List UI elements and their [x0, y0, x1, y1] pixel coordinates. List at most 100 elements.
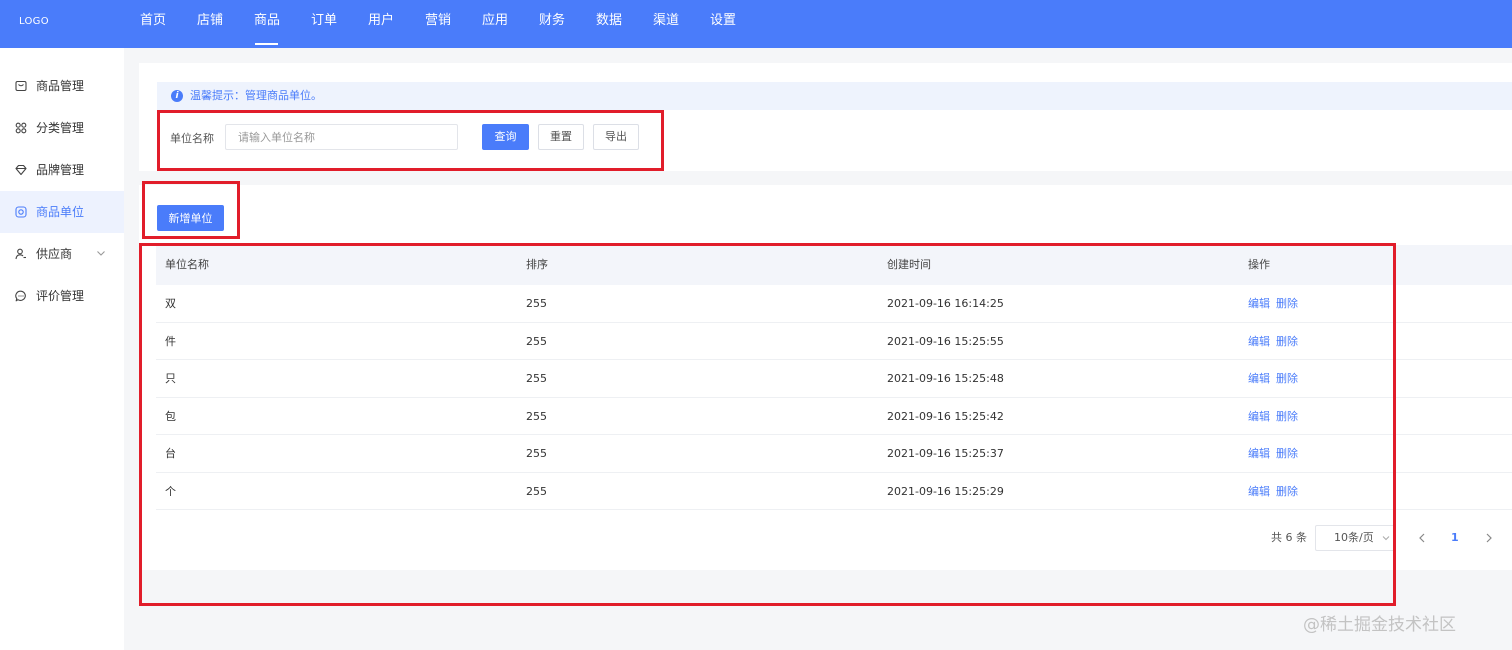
reset-button[interactable]: 重置 — [538, 124, 584, 150]
watermark: @稀土掘金技术社区 — [1303, 615, 1456, 635]
delete-link[interactable]: 删除 — [1276, 447, 1298, 460]
sidebar-item-label: 商品单位 — [36, 205, 85, 219]
edit-link[interactable]: 编辑 — [1248, 447, 1270, 460]
export-button[interactable]: 导出 — [593, 124, 639, 150]
cell-unit-name: 个 — [165, 484, 176, 498]
query-button[interactable]: 查询 — [482, 124, 529, 150]
cell-created-time: 2021-09-16 15:25:29 — [887, 484, 1004, 498]
sidebar-item-label: 商品管理 — [36, 79, 85, 93]
unit-list-panel: 新增单位 单位名称 排序 创建时间 操作 双 255 2021-09-16 16… — [139, 185, 1512, 570]
sidebar-item-brand-management[interactable]: 品牌管理 — [0, 149, 124, 191]
cell-actions: 编辑 删除 — [1248, 398, 1304, 435]
cell-actions: 编辑 删除 — [1248, 435, 1304, 472]
unit-name-input[interactable] — [225, 124, 458, 150]
page-size-select[interactable]: 10条/页 — [1315, 525, 1395, 551]
sidebar-item-label: 供应商 — [36, 247, 73, 261]
cell-unit-name: 台 — [165, 447, 176, 460]
table-row: 包 255 2021-09-16 15:25:42 编辑 删除 — [156, 398, 1512, 435]
cell-created-time: 2021-09-16 15:25:55 — [887, 334, 1004, 348]
table-row: 件 255 2021-09-16 15:25:55 编辑 删除 — [156, 323, 1512, 360]
cell-actions: 编辑 删除 — [1248, 473, 1304, 510]
tip-text: 温馨提示：管理商品单位。 — [190, 89, 322, 102]
column-header-created-time: 创建时间 — [887, 258, 931, 271]
unit-icon — [15, 206, 27, 218]
sidebar: 商品管理 分类管理 品牌管理 商品单位 供应商 评价管理 — [0, 48, 124, 650]
sidebar-item-goods-management[interactable]: 商品管理 — [0, 65, 124, 107]
nav-item-users[interactable]: 用户 — [368, 0, 425, 48]
edit-link[interactable]: 编辑 — [1248, 335, 1270, 348]
info-icon: i — [171, 90, 183, 102]
cell-unit-name: 包 — [165, 409, 176, 423]
cell-unit-name: 双 — [165, 297, 176, 310]
nav-item-channels[interactable]: 渠道 — [653, 0, 710, 48]
delete-link[interactable]: 删除 — [1276, 335, 1298, 348]
unit-table: 单位名称 排序 创建时间 操作 双 255 2021-09-16 16:14:2… — [156, 245, 1512, 510]
sidebar-item-label: 品牌管理 — [36, 163, 85, 177]
nav-item-finance[interactable]: 财务 — [539, 0, 596, 48]
nav-item-settings[interactable]: 设置 — [710, 0, 767, 48]
total-count: 共 6 条 — [1271, 531, 1307, 544]
chevron-right-icon[interactable] — [1482, 531, 1496, 545]
cell-actions: 编辑 删除 — [1248, 285, 1304, 322]
chat-icon — [15, 290, 26, 302]
cell-created-time: 2021-09-16 15:25:42 — [887, 409, 1004, 423]
chevron-down-icon[interactable] — [96, 248, 106, 258]
cell-sort: 255 — [526, 372, 547, 385]
delete-link[interactable]: 删除 — [1276, 485, 1298, 498]
table-row: 个 255 2021-09-16 15:25:29 编辑 删除 — [156, 473, 1512, 510]
table-header: 单位名称 排序 创建时间 操作 — [156, 245, 1512, 285]
add-unit-button[interactable]: 新增单位 — [157, 205, 224, 231]
nav-item-orders[interactable]: 订单 — [311, 0, 368, 48]
cell-sort: 255 — [526, 409, 547, 423]
delete-link[interactable]: 删除 — [1276, 297, 1298, 310]
cell-created-time: 2021-09-16 15:25:48 — [887, 372, 1004, 385]
cell-actions: 编辑 删除 — [1248, 323, 1304, 360]
sidebar-item-goods-unit[interactable]: 商品单位 — [0, 191, 124, 233]
column-header-sort: 排序 — [526, 258, 548, 271]
filter-panel: i 温馨提示：管理商品单位。 单位名称 查询 重置 导出 — [139, 63, 1512, 171]
cell-unit-name: 件 — [165, 334, 176, 348]
cell-sort: 255 — [526, 484, 547, 498]
page-number-current[interactable]: 1 — [1451, 525, 1459, 551]
main-nav: 首页 店铺 商品 订单 用户 营销 应用 财务 数据 渠道 设置 — [140, 0, 767, 48]
diamond-icon — [15, 164, 27, 176]
unit-name-label: 单位名称 — [170, 132, 214, 145]
chevron-down-icon — [1382, 536, 1390, 541]
user-icon — [15, 248, 26, 260]
grid-icon — [15, 122, 27, 134]
sidebar-item-label: 评价管理 — [36, 289, 85, 303]
delete-link[interactable]: 删除 — [1276, 410, 1298, 423]
column-header-unit-name: 单位名称 — [165, 258, 209, 271]
nav-item-shop[interactable]: 店铺 — [197, 0, 254, 48]
nav-item-home[interactable]: 首页 — [140, 0, 197, 48]
cell-created-time: 2021-09-16 16:14:25 — [887, 297, 1004, 310]
chevron-left-icon[interactable] — [1415, 531, 1429, 545]
cell-sort: 255 — [526, 447, 547, 460]
sidebar-item-review-management[interactable]: 评价管理 — [0, 275, 124, 317]
table-row: 双 255 2021-09-16 16:14:25 编辑 删除 — [156, 285, 1512, 323]
cell-sort: 255 — [526, 334, 547, 348]
pagination: 共 6 条 10条/页 1 — [139, 525, 1512, 551]
cell-unit-name: 只 — [165, 372, 176, 385]
sidebar-item-label: 分类管理 — [36, 121, 85, 135]
nav-item-goods[interactable]: 商品 — [254, 0, 311, 48]
tip-banner: i 温馨提示：管理商品单位。 — [157, 82, 1512, 110]
cell-actions: 编辑 删除 — [1248, 360, 1304, 397]
page-size-value: 10条/页 — [1334, 531, 1374, 544]
edit-link[interactable]: 编辑 — [1248, 410, 1270, 423]
nav-item-apps[interactable]: 应用 — [482, 0, 539, 48]
cell-sort: 255 — [526, 297, 547, 310]
sidebar-item-supplier[interactable]: 供应商 — [0, 233, 124, 275]
table-row: 台 255 2021-09-16 15:25:37 编辑 删除 — [156, 435, 1512, 473]
edit-link[interactable]: 编辑 — [1248, 297, 1270, 310]
sidebar-item-category-management[interactable]: 分类管理 — [0, 107, 124, 149]
top-nav-bar: LOGO 首页 店铺 商品 订单 用户 营销 应用 财务 数据 渠道 设置 — [0, 0, 1512, 48]
cell-created-time: 2021-09-16 15:25:37 — [887, 447, 1004, 460]
table-row: 只 255 2021-09-16 15:25:48 编辑 删除 — [156, 360, 1512, 398]
delete-link[interactable]: 删除 — [1276, 372, 1298, 385]
nav-item-marketing[interactable]: 营销 — [425, 0, 482, 48]
edit-link[interactable]: 编辑 — [1248, 372, 1270, 385]
box-icon — [15, 80, 27, 92]
edit-link[interactable]: 编辑 — [1248, 485, 1270, 498]
nav-item-data[interactable]: 数据 — [596, 0, 653, 48]
